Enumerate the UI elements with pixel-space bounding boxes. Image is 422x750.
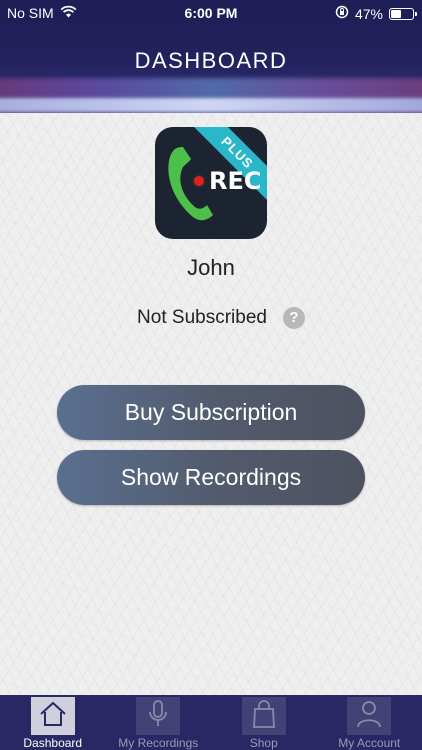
- buy-subscription-button[interactable]: Buy Subscription: [57, 385, 365, 440]
- app-logo: PLUS REC: [155, 127, 267, 239]
- shopping-bag-icon: [251, 699, 277, 734]
- tab-bar: Dashboard My Recordings Shop My Account: [0, 695, 422, 750]
- tab-my-recordings[interactable]: My Recordings: [106, 695, 212, 750]
- subscription-status: Not Subscribed: [137, 307, 267, 328]
- header-wave-highlight: [0, 98, 422, 112]
- record-dot-icon: [192, 174, 206, 188]
- tab-label: My Recordings: [118, 736, 199, 750]
- dashboard-content: PLUS REC John Not Subscribed ? Buy Subsc…: [0, 113, 422, 695]
- home-icon: [38, 700, 68, 733]
- page-title: DASHBOARD: [134, 48, 288, 73]
- user-name: John: [187, 255, 235, 280]
- header: No SIM 6:00 PM 47% DASHBOARD: [0, 0, 422, 113]
- tab-my-account[interactable]: My Account: [317, 695, 422, 750]
- show-recordings-button[interactable]: Show Recordings: [57, 450, 365, 505]
- battery-icon: [389, 7, 417, 20]
- tab-dashboard[interactable]: Dashboard: [0, 695, 106, 750]
- rec-label: REC: [209, 167, 262, 195]
- tab-shop[interactable]: Shop: [211, 695, 317, 750]
- microphone-icon: [147, 699, 169, 734]
- tab-label: Dashboard: [23, 736, 83, 750]
- status-bar: No SIM 6:00 PM 47%: [0, 0, 422, 26]
- tab-label: My Account: [338, 736, 401, 750]
- user-icon: [355, 699, 383, 734]
- help-icon[interactable]: ?: [282, 307, 305, 329]
- battery-percent: 47%: [354, 5, 383, 22]
- orientation-lock-icon: [335, 5, 349, 22]
- subscription-row: Not Subscribed ?: [0, 307, 422, 329]
- tab-label: Shop: [249, 736, 278, 750]
